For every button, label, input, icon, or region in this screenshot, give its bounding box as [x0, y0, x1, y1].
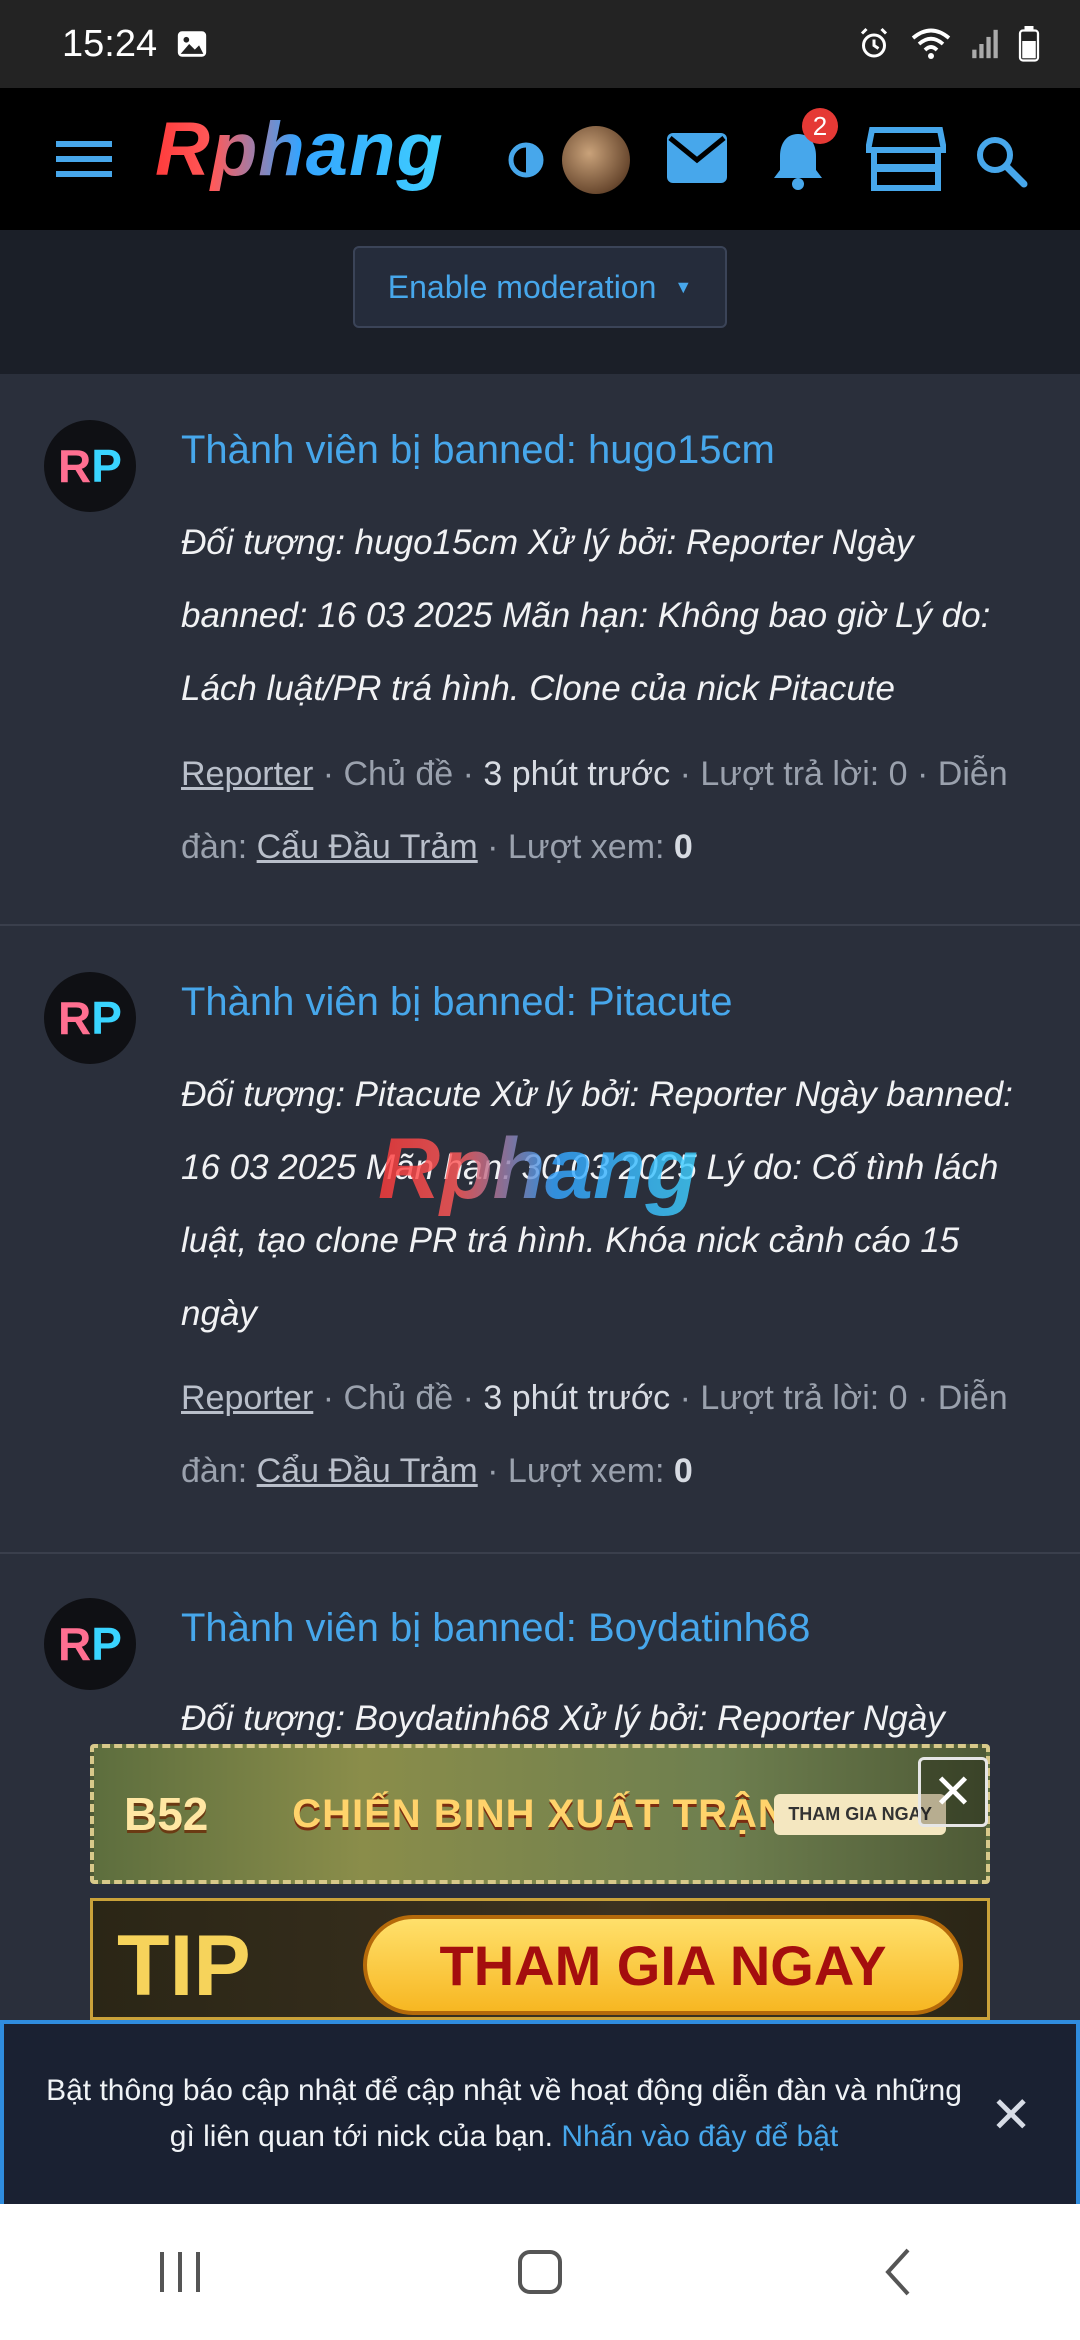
- close-ad-button[interactable]: ✕: [918, 1757, 988, 1827]
- ad-banner-tip[interactable]: TIP THAM GIA NGAY: [90, 1898, 990, 2020]
- inbox-icon[interactable]: [666, 132, 728, 184]
- battery-icon: [1018, 26, 1040, 62]
- thread-item[interactable]: RP Thành viên bị banned: hugo15cm Đối tư…: [0, 374, 1080, 926]
- ad-cta: THAM GIA NGAY: [363, 1915, 963, 2015]
- wifi-icon: [911, 28, 951, 59]
- home-icon[interactable]: [510, 2242, 570, 2302]
- thread-meta: Reporter · Chủ đề · 3 phút trước · Lượt …: [181, 755, 1008, 866]
- enable-notifications-link[interactable]: Nhấn vào đây để bật: [561, 2120, 838, 2153]
- author-link[interactable]: Reporter: [181, 1379, 313, 1417]
- recent-apps-icon[interactable]: [150, 2242, 210, 2302]
- clock-text: 15:24: [62, 22, 158, 65]
- close-icon: ✕: [932, 1766, 974, 1819]
- push-notification-prompt: Bật thông báo cập nhật để cập nhật về ho…: [0, 2020, 1080, 2204]
- back-icon[interactable]: [870, 2242, 930, 2302]
- ad-brand: B52: [124, 1788, 209, 1840]
- theme-toggle-icon[interactable]: [506, 140, 546, 180]
- notification-badge: 2: [802, 108, 838, 144]
- thread-item[interactable]: RP Thành viên bị banned: Pitacute Đối tư…: [0, 926, 1080, 1554]
- thread-meta: Reporter · Chủ đề · 3 phút trước · Lượt …: [181, 1379, 1008, 1490]
- status-bar: 15:24: [0, 0, 1080, 88]
- views-count: 0: [673, 828, 693, 866]
- avatar[interactable]: [562, 126, 630, 194]
- site-logo[interactable]: Rphang: [155, 106, 444, 193]
- thread-time: 3 phút trước: [483, 755, 671, 793]
- ad-banner-b52[interactable]: B52 CHIẾN BINH XUẤT TRẬN THAM GIA NGAY: [90, 1744, 990, 1884]
- thread-title[interactable]: Thành viên bị banned: Boydatinh68: [181, 1606, 810, 1651]
- thread-avatar[interactable]: RP: [44, 1598, 136, 1690]
- thread-snippet: Đối tượng: Pitacute Xử lý bởi: Reporter …: [181, 1075, 1013, 1333]
- thread-avatar[interactable]: RP: [44, 972, 136, 1064]
- chevron-down-icon: ▼: [674, 276, 693, 297]
- gallery-icon: [177, 31, 207, 57]
- top-navigation: Rphang 2: [0, 88, 1080, 230]
- status-icons: [856, 26, 1040, 62]
- views-count: 0: [673, 1452, 693, 1490]
- close-icon: ✕: [990, 2087, 1032, 2143]
- thread-title[interactable]: Thành viên bị banned: Pitacute: [181, 980, 733, 1025]
- forum-link[interactable]: Cẩu Đầu Trảm: [257, 828, 478, 866]
- alarm-icon: [860, 27, 888, 58]
- moderation-bar: Enable moderation ▼: [0, 230, 1080, 374]
- ad-brand: TIP: [117, 1918, 251, 2014]
- close-notice-button[interactable]: ✕: [990, 2086, 1032, 2144]
- author-link[interactable]: Reporter: [181, 755, 313, 793]
- ad-text: CHIẾN BINH XUẤT TRẬN: [292, 1791, 788, 1836]
- thread-avatar[interactable]: RP: [44, 420, 136, 512]
- enable-moderation-button[interactable]: Enable moderation ▼: [353, 246, 727, 328]
- store-icon[interactable]: [866, 126, 946, 192]
- thread-title[interactable]: Thành viên bị banned: hugo15cm: [181, 428, 775, 473]
- notice-message: Bật thông báo cập nhật để cập nhật về ho…: [4, 2068, 964, 2160]
- thread-time: 3 phút trước: [483, 1379, 671, 1417]
- enable-moderation-label: Enable moderation: [387, 268, 657, 305]
- signal-icon: [972, 29, 998, 59]
- thread-snippet: Đối tượng: hugo15cm Xử lý bởi: Reporter …: [181, 523, 991, 708]
- forum-link[interactable]: Cẩu Đầu Trảm: [257, 1452, 478, 1490]
- search-icon[interactable]: [974, 134, 1028, 188]
- status-time-group: 15:24: [62, 23, 209, 66]
- system-navigation-bar: [0, 2204, 1080, 2340]
- menu-icon[interactable]: [56, 137, 112, 181]
